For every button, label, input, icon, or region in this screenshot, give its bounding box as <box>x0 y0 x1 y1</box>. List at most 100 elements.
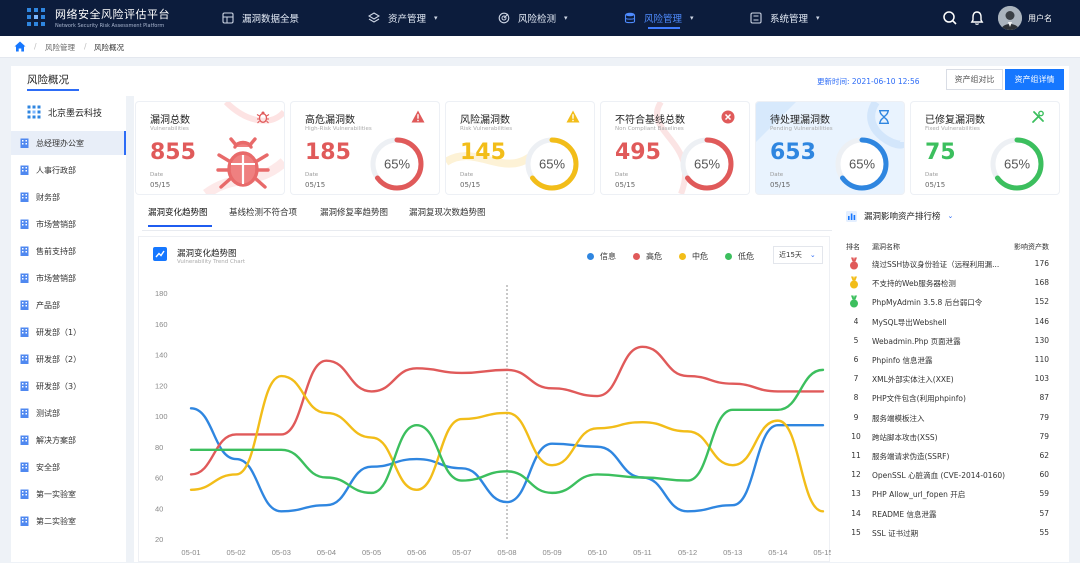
stat-card-pending[interactable]: 待处理漏洞数 Pending Vulnerabilities 653 Date … <box>756 102 904 194</box>
ranking-vuln-name: OpenSSL 心脏滴血 (CVE-2014-0160) <box>872 471 1006 481</box>
ranking-header[interactable]: 漏洞影响资产排行榜 ⌄ <box>846 210 953 222</box>
app-logo-icon[interactable] <box>26 7 46 27</box>
card-subtitle: Pending Vulnerabilities <box>770 126 833 132</box>
tab-vuln-trend[interactable]: 漏洞变化趋势图 <box>148 206 208 218</box>
building-icon <box>20 435 29 445</box>
ranking-row[interactable]: 10 跨站脚本攻击(XSS) 79 <box>834 429 1069 448</box>
ranking-count: 62 <box>1039 451 1049 460</box>
ranking-row[interactable]: 8 PHP文件包含(利用phpinfo) 87 <box>834 390 1069 409</box>
x-tick-label: 05-06 <box>407 548 426 557</box>
nav-item-data-overview[interactable]: 漏洞数据全景 <box>222 0 299 36</box>
stat-card-non-compliant[interactable]: 不符合基线总数 Non Compliant Baselines 495 Date… <box>601 102 749 194</box>
y-tick-label: 20 <box>155 535 163 544</box>
series-line-2[interactable] <box>189 374 825 513</box>
ranking-row[interactable]: 11 服务端请求伪造(SSRF) 62 <box>834 448 1069 467</box>
ranking-row[interactable]: 7 XML外部实体注入(XXE) 103 <box>834 371 1069 390</box>
ranking-vuln-name: PHP Allow_url_fopen 开启 <box>872 490 966 500</box>
chevron-down-icon: ▾ <box>564 14 568 22</box>
nav-item-risk-management[interactable]: 风险管理 ▾ <box>624 0 694 36</box>
sidebar-dept-item[interactable]: 财务部 <box>11 185 126 209</box>
x-tick-label: 05-04 <box>317 548 336 557</box>
sidebar-dept-item[interactable]: 研发部（1） <box>11 320 126 344</box>
card-date: 05/15 <box>305 181 326 189</box>
sidebar-dept-item[interactable]: 产品部 <box>11 293 126 317</box>
ranking-count: 152 <box>1034 297 1049 307</box>
avatar[interactable] <box>998 6 1022 30</box>
nav-item-risk-detection[interactable]: 风险检测 ▾ <box>498 0 568 36</box>
breadcrumb-item[interactable]: 风险管理 <box>45 42 75 53</box>
trend-line-chart[interactable]: 180 160 140 120 100 80 60 40 20 05-01 05-02 05-03 05… <box>139 237 831 563</box>
ranking-row[interactable]: PhpMyAdmin 3.5.8 后台弱口令 152 <box>834 294 1069 313</box>
ranking-vuln-name: README 信息泄露 <box>872 509 937 519</box>
ranking-rank: 6 <box>853 355 859 364</box>
col-rank: 排名 <box>846 243 860 251</box>
tab-reproduce[interactable]: 漏洞复现次数趋势图 <box>409 206 486 218</box>
sidebar-dept-item[interactable]: 市场营销部 <box>11 212 126 236</box>
sidebar-dept-item[interactable]: 第一实验室 <box>11 482 126 506</box>
ranking-vuln-name: SSL 证书过期 <box>872 528 919 538</box>
card-value: 855 <box>150 140 196 165</box>
sidebar-dept-item[interactable]: 研发部（2） <box>11 347 126 371</box>
sidebar-dept-item[interactable]: 第二实验室 <box>11 509 126 533</box>
card-date-label: Date <box>305 172 319 178</box>
sidebar-dept-item[interactable]: 售前支持部 <box>11 239 126 263</box>
ranking-row[interactable]: 4 MySQL导出Webshell 146 <box>834 314 1069 333</box>
search-icon[interactable] <box>941 9 959 27</box>
card-subtitle: Vulnerabilities <box>150 126 189 132</box>
home-icon[interactable] <box>14 41 26 52</box>
sidebar-dept-item[interactable]: 人事行政部 <box>11 158 126 182</box>
stat-card-risk[interactable]: 风险漏洞数 Risk Vulnerabilities 145 Date 05/1… <box>446 102 594 194</box>
bell-icon[interactable] <box>968 9 986 27</box>
ranking-count: 130 <box>1034 335 1049 345</box>
sidebar-dept-item[interactable]: 测试部 <box>11 401 126 425</box>
sidebar-dept-item[interactable]: 安全部 <box>11 455 126 479</box>
ranking-row[interactable]: 6 Phpinfo 信息泄露 110 <box>834 352 1069 371</box>
main-panel: 漏洞总数 Vulnerabilities 855 Date 05/15 高危漏洞… <box>134 96 1069 562</box>
x-tick-label: 05-05 <box>362 548 381 557</box>
brand: 网络安全风险评估平台 Network Security Risk Assessm… <box>55 6 170 29</box>
ranking-row[interactable]: 5 Webadmin.Php 页面泄露 130 <box>834 333 1069 352</box>
ranking-rank: 10 <box>851 431 861 441</box>
ranking-row[interactable]: 12 OpenSSL 心脏滴血 (CVE-2014-0160) 60 <box>834 467 1069 486</box>
sidebar-dept-label: 解决方案部 <box>36 435 76 445</box>
ranking-vuln-name: 绕过SSH协议身份验证（远程利用漏... <box>872 260 1000 269</box>
ranking-count: 57 <box>1039 508 1049 518</box>
medal-icon <box>850 295 858 308</box>
building-icon <box>20 300 29 310</box>
ranking-row[interactable]: 绕过SSH协议身份验证（远程利用漏... 176 <box>834 256 1069 275</box>
bug-icon <box>256 111 270 124</box>
x-tick-label: 05-13 <box>723 548 742 557</box>
ranking-rank: 11 <box>851 451 861 460</box>
medal-icon <box>850 257 858 270</box>
sidebar-dept-item[interactable]: 解决方案部 <box>11 428 126 452</box>
ranking-row[interactable]: 9 服务端模板注入 79 <box>834 410 1069 429</box>
tab-fix-rate[interactable]: 漏洞修复率趋势图 <box>320 206 388 218</box>
compare-button[interactable]: 资产组对比 <box>946 69 1003 90</box>
ranking-rank: 12 <box>851 470 861 480</box>
ranking-rank: 5 <box>853 335 859 345</box>
ranking-row[interactable]: 13 PHP Allow_url_fopen 开启 59 <box>834 486 1069 505</box>
stat-card-fixed[interactable]: 已修复漏洞数 Fixed Vulnerabilities 75 Date 05/… <box>911 102 1059 194</box>
org-logo-icon <box>27 105 41 119</box>
breadcrumb-item-current: 风险概况 <box>94 43 124 52</box>
detail-button[interactable]: 资产组详情 <box>1005 69 1064 90</box>
stat-card-total[interactable]: 漏洞总数 Vulnerabilities 855 Date 05/15 <box>136 102 284 194</box>
breadcrumb-separator: / <box>84 42 87 51</box>
stat-card-high-risk[interactable]: 高危漏洞数 High-Risk Vulnerabilities 185 Date… <box>291 102 439 194</box>
nav-label: 漏洞数据全景 <box>242 14 300 25</box>
series-line-0[interactable] <box>189 407 825 513</box>
ranking-row[interactable]: 不支持的Web服务器检测 168 <box>834 275 1069 294</box>
sidebar-dept-item[interactable]: 总经理办公室 <box>11 131 126 155</box>
user-name[interactable]: 用户名 <box>1028 13 1052 24</box>
tab-active-underline <box>148 225 212 227</box>
ranking-row[interactable]: 14 README 信息泄露 57 <box>834 506 1069 525</box>
card-subtitle: Fixed Vulnerabilities <box>925 126 980 132</box>
ranking-row[interactable]: 15 SSL 证书过期 55 <box>834 525 1069 544</box>
sidebar-dept-item[interactable]: 研发部（3） <box>11 374 126 398</box>
nav-item-system-management[interactable]: 系统管理 ▾ <box>750 0 820 36</box>
tools-icon <box>1032 110 1044 123</box>
nav-item-asset-management[interactable]: 资产管理 ▾ <box>368 0 438 36</box>
tab-baseline[interactable]: 基线检测不符合项 <box>229 206 297 218</box>
page-title: 风险概况 <box>27 74 69 86</box>
sidebar-dept-item[interactable]: 市场营销部 <box>11 266 126 290</box>
